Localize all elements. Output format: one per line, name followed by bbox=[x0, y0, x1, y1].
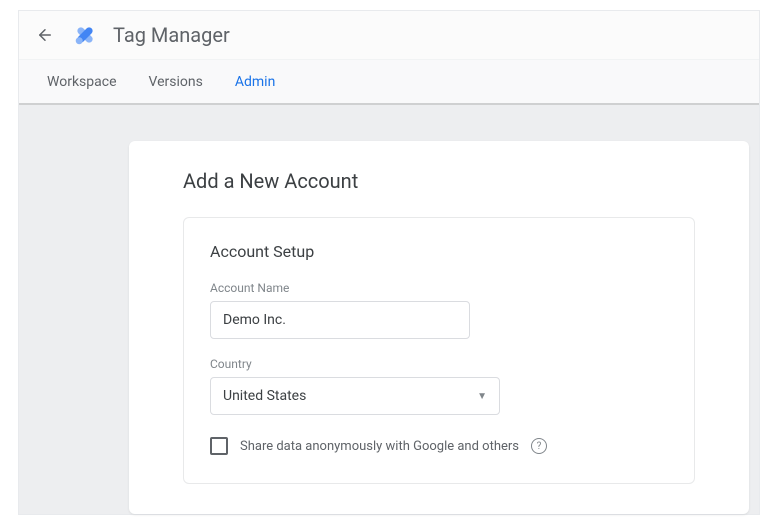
share-data-row: Share data anonymously with Google and o… bbox=[210, 437, 668, 455]
content-area: Add a New Account Account Setup Account … bbox=[19, 105, 759, 514]
section-title: Account Setup bbox=[210, 242, 668, 261]
country-select[interactable]: United States ▼ bbox=[210, 377, 500, 415]
tag-manager-logo-icon bbox=[71, 21, 99, 49]
chevron-down-icon: ▼ bbox=[477, 391, 487, 402]
country-field-group: Country United States ▼ bbox=[210, 357, 668, 415]
account-card: Add a New Account Account Setup Account … bbox=[129, 141, 749, 514]
tab-versions[interactable]: Versions bbox=[149, 74, 203, 90]
tab-bar: Workspace Versions Admin bbox=[19, 60, 759, 105]
account-setup-section: Account Setup Account Name Country Unite… bbox=[183, 217, 695, 484]
account-name-label: Account Name bbox=[210, 281, 668, 295]
top-bar: Tag Manager bbox=[19, 11, 759, 60]
share-data-checkbox[interactable] bbox=[210, 437, 228, 455]
country-label: Country bbox=[210, 357, 668, 371]
share-data-label: Share data anonymously with Google and o… bbox=[240, 439, 519, 454]
back-button[interactable] bbox=[33, 23, 57, 47]
tab-workspace[interactable]: Workspace bbox=[47, 74, 117, 90]
app-title: Tag Manager bbox=[113, 23, 230, 47]
country-value: United States bbox=[223, 388, 306, 404]
arrow-left-icon bbox=[36, 26, 54, 44]
account-name-field-group: Account Name bbox=[210, 281, 668, 339]
tab-admin[interactable]: Admin bbox=[235, 74, 275, 90]
page-title: Add a New Account bbox=[183, 169, 695, 193]
help-icon[interactable]: ? bbox=[531, 438, 547, 454]
account-name-input[interactable] bbox=[210, 301, 470, 339]
